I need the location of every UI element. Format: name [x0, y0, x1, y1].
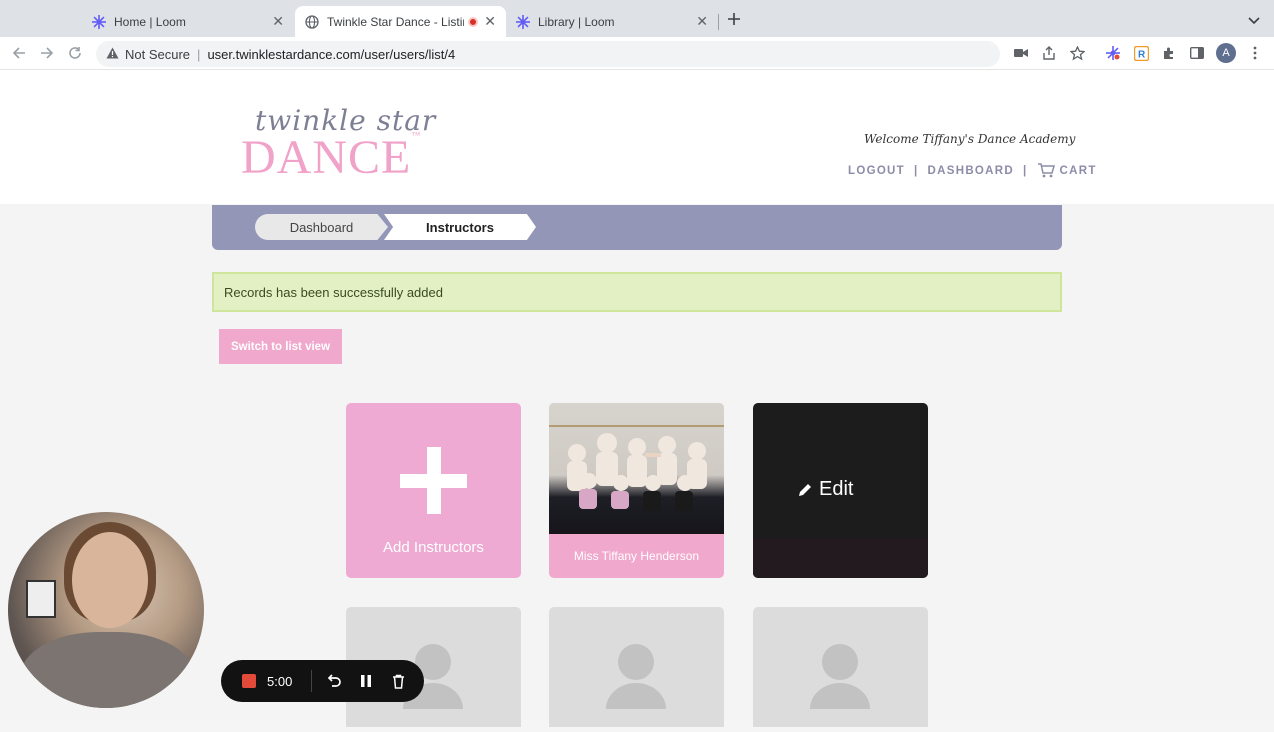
tab-home-loom[interactable]: Home | Loom ✕: [82, 6, 294, 37]
loom-icon: [92, 14, 106, 29]
tab-twinkle-star[interactable]: Twinkle Star Dance - Listin ✕: [295, 6, 506, 37]
webcam-person-face: [72, 532, 148, 628]
breadcrumb-dashboard[interactable]: Dashboard: [255, 214, 388, 240]
edit-card-name-strip: [753, 538, 928, 578]
profile-initial: A: [1216, 43, 1236, 63]
webcam-bubble[interactable]: [8, 512, 204, 708]
globe-icon: [305, 14, 319, 29]
instructor-name: Miss Tiffany Henderson: [573, 549, 700, 563]
plus-icon: [400, 447, 467, 514]
cart-icon[interactable]: [1037, 163, 1055, 178]
menu-dots-icon[interactable]: [1247, 45, 1263, 61]
loom-extension-icon[interactable]: [1105, 45, 1121, 61]
share-icon[interactable]: [1041, 45, 1057, 61]
security-label: Not Secure: [125, 46, 191, 62]
tab-library-loom[interactable]: Library | Loom ✕: [506, 6, 718, 37]
logo-trademark: ™: [411, 130, 422, 140]
loom-icon: [516, 14, 530, 29]
breadcrumb-instructors[interactable]: Instructors: [384, 214, 536, 240]
close-tab-icon[interactable]: ✕: [484, 13, 496, 30]
nav-separator: |: [914, 164, 919, 177]
logo-main-text: DANCE: [241, 131, 412, 184]
webcam-person-body: [20, 632, 195, 708]
stop-recording-button[interactable]: [242, 674, 256, 688]
instructor-photo: [549, 403, 724, 534]
add-instructors-card[interactable]: Add Instructors: [346, 403, 521, 578]
alert-message: Records has been successfully added: [224, 284, 443, 300]
switch-to-list-view-button[interactable]: Switch to list view: [219, 329, 342, 364]
tab-title: Home | Loom: [114, 14, 186, 29]
cart-link[interactable]: CART: [1060, 165, 1097, 177]
dashboard-link[interactable]: DASHBOARD: [928, 165, 1014, 177]
instructor-card[interactable]: Miss Tiffany Henderson: [549, 403, 724, 578]
url-text: user.twinklestardance.com/user/users/lis…: [207, 46, 456, 62]
recording-timer: 5:00: [267, 673, 293, 689]
forward-arrow-icon[interactable]: [38, 44, 56, 62]
new-tab-button[interactable]: [727, 10, 741, 31]
close-tab-icon[interactable]: ✕: [696, 13, 708, 30]
breadcrumb: Dashboard Instructors: [212, 205, 1062, 250]
top-nav: LOGOUT | DASHBOARD | CART: [848, 163, 1097, 178]
reload-icon[interactable]: [66, 44, 84, 62]
side-panel-icon[interactable]: [1189, 45, 1205, 61]
edit-label: Edit: [819, 478, 854, 500]
success-alert: Records has been successfully added: [212, 272, 1062, 312]
tab-search-chevron-icon[interactable]: [1248, 13, 1260, 31]
puzzle-extensions-icon[interactable]: [1161, 45, 1177, 61]
pencil-icon: [799, 483, 811, 496]
browser-tab-bar: Home | Loom ✕ Twinkle Star Dance - Listi…: [0, 0, 1274, 37]
placeholder-instructor-card[interactable]: [753, 607, 928, 727]
restart-icon[interactable]: [318, 665, 350, 697]
svg-text:R: R: [1138, 49, 1146, 60]
bookmark-star-icon[interactable]: [1069, 45, 1085, 61]
url-divider: |: [197, 46, 201, 62]
recording-dot-icon: [468, 16, 479, 27]
welcome-text: Welcome Tiffany's Dance Academy: [864, 132, 1076, 146]
instructor-edit-card[interactable]: Edit: [753, 403, 928, 578]
add-instructors-label: Add Instructors: [383, 539, 484, 556]
tab-divider: [718, 14, 719, 30]
profile-avatar[interactable]: A: [1216, 43, 1236, 63]
logout-link[interactable]: LOGOUT: [848, 165, 905, 177]
trash-icon[interactable]: [382, 665, 414, 697]
logo-main[interactable]: DANCE™: [241, 130, 421, 185]
loom-recording-controls: 5:00: [221, 660, 424, 702]
placeholder-instructor-card[interactable]: [549, 607, 724, 727]
edit-button[interactable]: Edit: [797, 478, 853, 501]
webcam-background-frame: [26, 580, 56, 618]
pause-icon[interactable]: [350, 665, 382, 697]
warning-icon[interactable]: [106, 47, 119, 62]
site-header: twinkle star DANCE™ Welcome Tiffany's Da…: [0, 70, 1274, 204]
tab-title: Twinkle Star Dance - Listin: [327, 14, 465, 29]
close-tab-icon[interactable]: ✕: [272, 13, 284, 30]
tab-title: Library | Loom: [538, 14, 615, 29]
user-silhouette-icon: [810, 644, 870, 709]
r-extension-icon[interactable]: R: [1133, 45, 1149, 61]
user-silhouette-icon: [606, 644, 666, 709]
camera-icon[interactable]: [1013, 45, 1029, 61]
control-divider: [311, 670, 312, 692]
address-bar[interactable]: Not Secure | user.twinklestardance.com/u…: [96, 41, 1000, 67]
nav-separator: |: [1022, 164, 1028, 177]
back-arrow-icon[interactable]: [10, 44, 28, 62]
browser-toolbar: Not Secure | user.twinklestardance.com/u…: [0, 37, 1274, 70]
